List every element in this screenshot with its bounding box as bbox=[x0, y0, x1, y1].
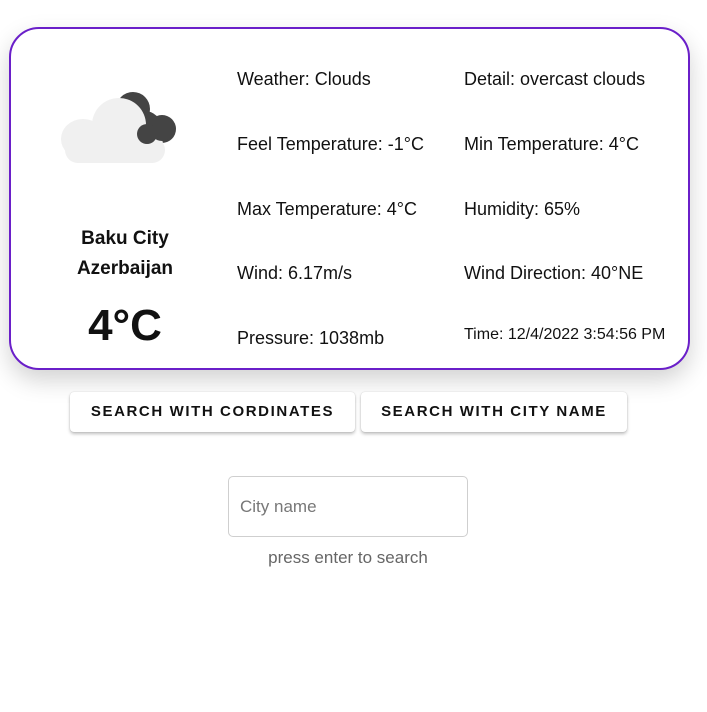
time: Time: 12/4/2022 3:54:56 PM bbox=[464, 326, 666, 343]
wind-direction: Wind Direction: 40°NE bbox=[464, 263, 644, 283]
search-with-city-name-button[interactable]: SEARCH WITH CITY NAME bbox=[361, 392, 627, 432]
max-temperature: Max Temperature: 4°C bbox=[237, 199, 417, 219]
search-with-coordinates-button[interactable]: SEARCH WITH CORDINATES bbox=[70, 392, 355, 432]
location: Baku City Azerbaijan bbox=[51, 224, 199, 284]
weather-main: Weather: Clouds bbox=[237, 69, 371, 89]
current-temperature: 4°C bbox=[88, 301, 162, 350]
pressure: Pressure: 1038mb bbox=[237, 328, 385, 348]
weather-card: Baku City Azerbaijan 4°C Weather: Clouds… bbox=[9, 27, 690, 370]
weather-detail: Detail: overcast clouds bbox=[464, 69, 646, 89]
wind-speed: Wind: 6.17m/s bbox=[237, 263, 353, 283]
city-search-field bbox=[228, 476, 468, 537]
humidity: Humidity: 65% bbox=[464, 199, 581, 219]
country-name: Azerbaijan bbox=[76, 258, 174, 279]
search-helper-text: press enter to search bbox=[268, 548, 428, 567]
min-temperature: Min Temperature: 4°C bbox=[464, 134, 639, 154]
page: Baku City Azerbaijan 4°C Weather: Clouds… bbox=[0, 0, 707, 712]
cloud-icon bbox=[61, 92, 176, 163]
city-name: Baku City bbox=[81, 228, 169, 249]
city-search-input[interactable] bbox=[229, 477, 449, 536]
feel-temperature: Feel Temperature: -1°C bbox=[237, 134, 424, 154]
